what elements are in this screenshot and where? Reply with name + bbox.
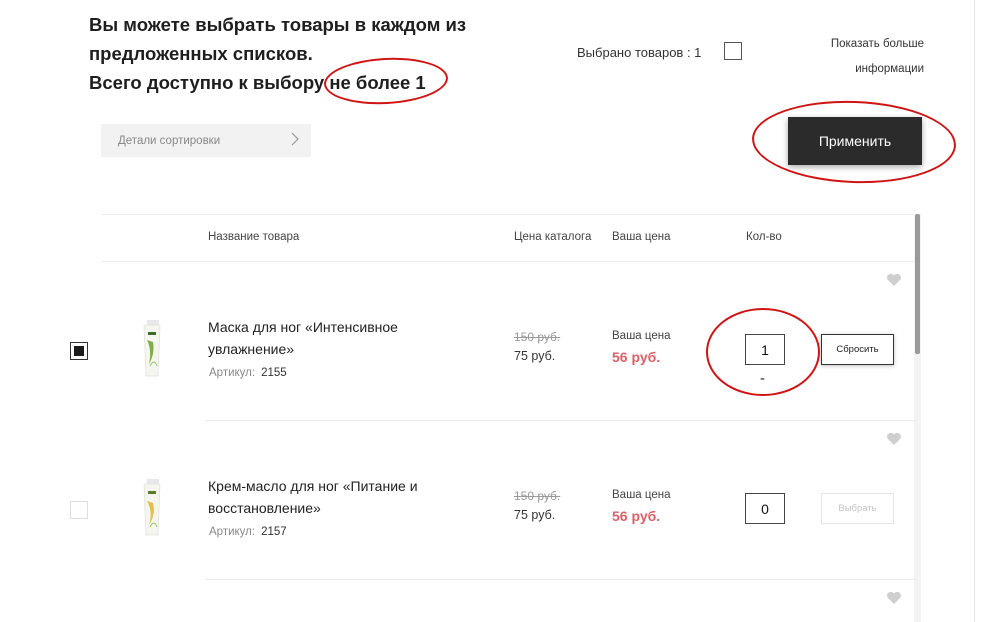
product-name-line-1: Маска для ног «Интенсивное <box>208 319 398 335</box>
catalog-price: 75 руб. <box>514 508 556 522</box>
heart-icon[interactable] <box>886 591 902 605</box>
selected-count-label: Выбрано товаров : 1 <box>577 45 702 60</box>
product-thumbnail <box>143 479 161 536</box>
quantity-input[interactable]: 0 <box>745 493 785 524</box>
product-name-line-2: восстановление» <box>208 500 321 516</box>
chevron-right-icon <box>291 132 299 146</box>
product-article: Артикул: 2157 <box>209 526 287 538</box>
catalog-price: 75 руб. <box>514 349 556 363</box>
your-price: 56 руб. <box>612 508 661 524</box>
old-price: 150 руб. <box>514 330 561 344</box>
sort-details-dropdown[interactable]: Детали сортировки <box>101 124 311 157</box>
quantity-decrease-button[interactable]: - <box>760 370 765 387</box>
show-more-info-link[interactable]: Показать больше информации <box>796 32 924 82</box>
product-name-line-1: Крем-масло для ног «Питание и <box>208 478 418 494</box>
table-header-divider <box>101 261 916 262</box>
heart-icon[interactable] <box>886 432 902 446</box>
more-info-line-2: информации <box>855 63 924 75</box>
old-price: 150 руб. <box>514 489 561 503</box>
product-article: Артикул: 2155 <box>209 367 287 379</box>
article-label: Артикул: <box>209 367 256 379</box>
apply-button[interactable]: Применить <box>788 117 922 165</box>
instructions-line-1: Вы можете выбрать товары в каждом из <box>89 14 467 35</box>
row-select-checkbox[interactable] <box>70 342 88 360</box>
selection-limit: не более 1 <box>329 72 426 93</box>
product-name[interactable]: Крем-масло для ног «Питание и восстановл… <box>208 475 448 519</box>
select-button[interactable]: Выбрать <box>821 493 894 524</box>
heart-icon[interactable] <box>886 273 902 287</box>
article-number: 2155 <box>261 367 287 379</box>
instructions-line-3: Всего доступно к выбору не более 1 <box>89 68 509 97</box>
article-label: Артикул: <box>209 526 256 538</box>
article-number: 2157 <box>261 526 287 538</box>
product-name-line-2: увлажнение» <box>208 341 295 357</box>
sort-details-label: Детали сортировки <box>118 134 221 147</box>
column-header-name: Название товара <box>208 231 300 243</box>
product-name[interactable]: Маска для ног «Интенсивное увлажнение» <box>208 316 448 360</box>
instructions-line-2: предложенных списков. <box>89 43 313 64</box>
instructions-prefix: Всего доступно к выбору <box>89 72 330 93</box>
your-price: 56 руб. <box>612 349 661 365</box>
table-top-divider <box>101 214 916 215</box>
more-info-line-1: Показать больше <box>830 38 924 50</box>
your-price-label: Ваша цена <box>612 330 671 342</box>
row-divider <box>205 579 915 580</box>
selection-instructions: Вы можете выбрать товары в каждом из пре… <box>89 10 509 97</box>
product-thumbnail <box>143 320 161 377</box>
row-select-checkbox[interactable] <box>70 501 88 519</box>
selected-items-checkbox[interactable] <box>724 42 742 60</box>
reset-button[interactable]: Сбросить <box>821 334 894 365</box>
column-header-quantity: Кол-во <box>746 231 782 243</box>
your-price-label: Ваша цена <box>612 489 671 501</box>
row-divider <box>205 420 915 421</box>
page-border <box>974 0 975 622</box>
column-header-catalog-price: Цена каталога <box>514 231 592 243</box>
scrollbar-thumb[interactable] <box>915 214 920 354</box>
column-header-your-price: Ваша цена <box>612 231 671 243</box>
quantity-input[interactable]: 1 <box>745 334 785 365</box>
